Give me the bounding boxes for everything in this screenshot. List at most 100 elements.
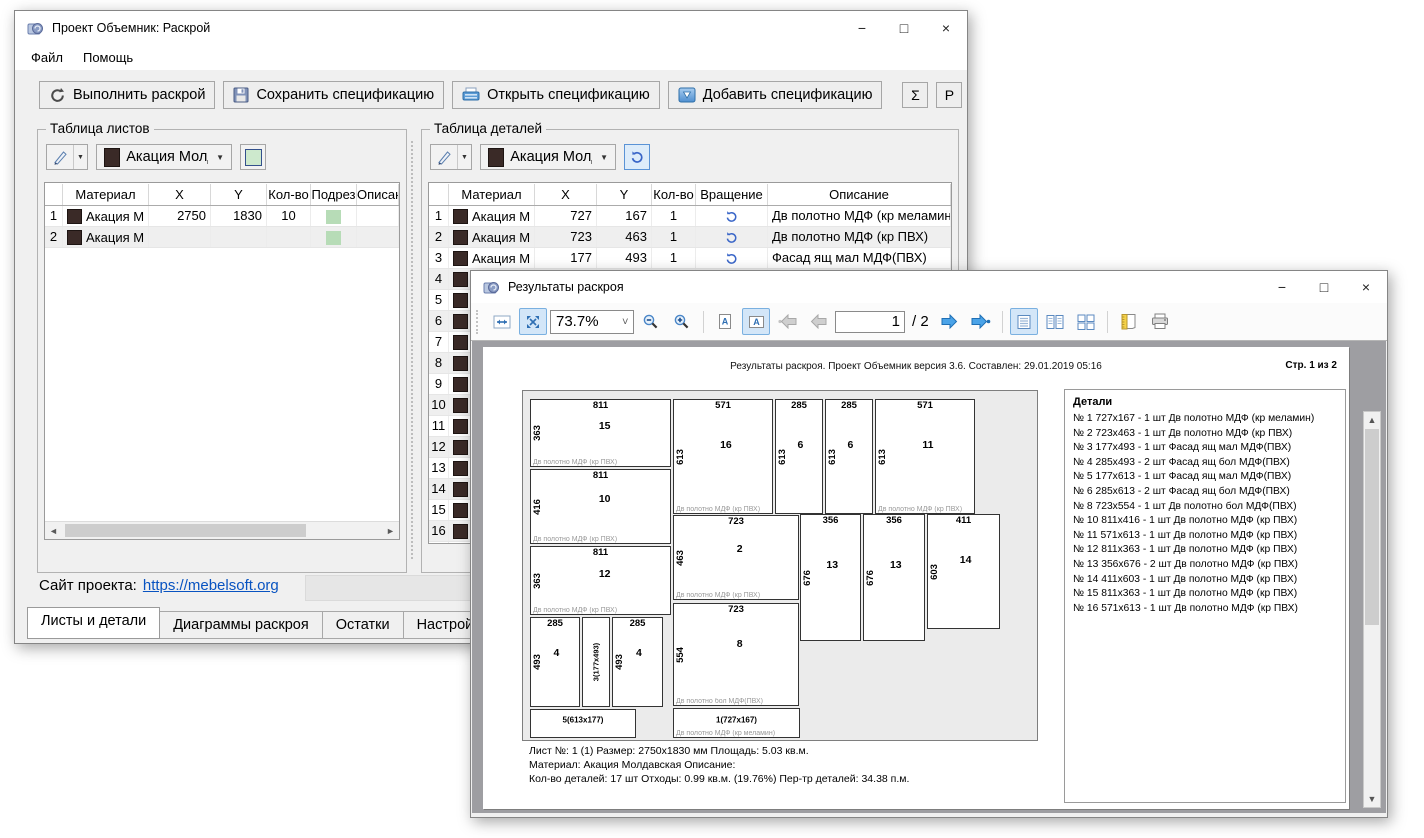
sheets-table-row[interactable]: 2Акация Мо — [45, 227, 399, 248]
fit-width-button[interactable] — [488, 308, 516, 335]
group-splitter[interactable] — [411, 141, 413, 559]
column-header[interactable]: X — [149, 184, 211, 205]
next-page-button[interactable] — [936, 308, 964, 335]
column-header[interactable]: Вращение — [696, 184, 768, 205]
site-link[interactable]: https://mebelsoft.org — [143, 577, 279, 594]
row-number: 11 — [429, 416, 449, 436]
column-header[interactable]: Описание — [357, 184, 399, 205]
cut-piece: 5(613x177) — [530, 709, 636, 738]
qty-cell — [267, 227, 311, 247]
piece-label: 1(727x167) — [674, 715, 799, 724]
column-header[interactable]: Материал — [63, 184, 149, 205]
sigma-button[interactable]: Σ — [902, 82, 928, 108]
scroll-right-icon[interactable]: ► — [382, 522, 399, 539]
first-page-button[interactable] — [773, 308, 801, 335]
sheets-table-header: МатериалXYКол-воПодрезОписание — [45, 183, 399, 206]
description-cell — [357, 227, 399, 247]
column-header[interactable]: Описание — [768, 184, 951, 205]
material-swatch — [453, 230, 468, 245]
tab-sheets-details[interactable]: Листы и детали — [27, 607, 160, 639]
cut-piece: 2854934 — [612, 617, 663, 707]
column-header[interactable]: Y — [211, 184, 267, 205]
rotation-toggle-button[interactable] — [624, 144, 650, 170]
tab-remnants[interactable]: Остатки — [323, 611, 404, 639]
material-swatch — [453, 377, 468, 392]
podrez-toggle-button[interactable] — [240, 144, 266, 170]
spec-button[interactable] — [1115, 308, 1143, 335]
material-swatch — [104, 148, 120, 167]
zoom-combo[interactable]: 73.7% ᐯ — [550, 310, 634, 334]
sheets-table-row[interactable]: 1Акация Мо2750183010 — [45, 206, 399, 227]
run-cutting-button[interactable]: Выполнить раскрой — [39, 81, 215, 109]
scroll-thumb[interactable] — [65, 524, 306, 537]
toolbar-separator — [1002, 311, 1003, 333]
last-page-button[interactable] — [967, 308, 995, 335]
toolbar-separator — [1107, 311, 1108, 333]
p-button[interactable]: Р — [936, 82, 962, 108]
zoom-in-button[interactable] — [668, 308, 696, 335]
piece-width-label: 811 — [531, 470, 670, 481]
layout-single-button[interactable] — [1010, 308, 1038, 335]
details-table-row[interactable]: 2Акация Мо7234631Дв полотно МДФ (кр ПВХ) — [429, 227, 951, 248]
sheets-material-combo[interactable]: Акация Молда ▼ — [96, 144, 232, 170]
menu-file[interactable]: Файл — [21, 47, 73, 68]
maximize-button[interactable]: □ — [1303, 272, 1345, 302]
close-button[interactable]: × — [1345, 272, 1387, 302]
piece-number: 15 — [599, 420, 611, 432]
chevron-down-icon: ▼ — [600, 153, 608, 162]
minimize-button[interactable]: − — [841, 13, 883, 43]
scroll-thumb[interactable] — [1365, 429, 1379, 625]
column-header[interactable]: Материал — [449, 184, 535, 205]
scroll-up-icon[interactable]: ▲ — [1364, 412, 1380, 428]
material-cell: Акация Мо — [449, 248, 535, 268]
piece-description: Дв полотно МДФ (кр меламин) — [676, 730, 775, 737]
report-header: Результаты раскроя. Проект Объемник верс… — [483, 361, 1349, 372]
details-table-row[interactable]: 3Акация Мо1774931Фасад ящ мал МДФ(ПВХ) — [429, 248, 951, 269]
close-button[interactable]: × — [925, 13, 967, 43]
layout-four-button[interactable] — [1072, 308, 1100, 335]
column-header[interactable]: Подрез — [311, 184, 357, 205]
scroll-down-icon[interactable]: ▼ — [1364, 791, 1380, 807]
column-header[interactable] — [45, 184, 63, 205]
piece-number: 11 — [922, 439, 933, 451]
landscape-button[interactable]: A — [742, 308, 770, 335]
detail-line: № 3 177x493 - 1 шт Фасад ящ мал МДФ(ПВХ) — [1073, 441, 1337, 456]
y-cell — [211, 227, 267, 247]
open-spec-button[interactable]: Открыть спецификацию — [452, 81, 660, 109]
report-page-number: Стр. 1 из 2 — [1285, 360, 1337, 371]
column-header[interactable]: Кол-во — [652, 184, 696, 205]
layout-two-button[interactable] — [1041, 308, 1069, 335]
zoom-out-button[interactable] — [637, 308, 665, 335]
cut-piece: 2856136 — [825, 399, 873, 514]
column-header[interactable]: X — [535, 184, 597, 205]
scroll-left-icon[interactable]: ◄ — [45, 522, 62, 539]
menu-help[interactable]: Помощь — [73, 47, 143, 68]
details-table-row[interactable]: 1Акация Мо7271671Дв полотно МДФ (кр мела… — [429, 206, 951, 227]
vertical-scrollbar[interactable]: ▲ ▼ — [1363, 411, 1381, 808]
x-cell: 177 — [535, 248, 597, 268]
sheets-hscrollbar[interactable]: ◄ ► — [45, 521, 399, 539]
print-button[interactable] — [1146, 308, 1174, 335]
portrait-button[interactable]: A — [711, 308, 739, 335]
column-header[interactable]: Кол-во — [267, 184, 311, 205]
minimize-button[interactable]: − — [1261, 272, 1303, 302]
piece-description: Дв полотно МДФ (кр ПВХ) — [878, 506, 962, 513]
prev-page-button[interactable] — [804, 308, 832, 335]
fit-page-icon — [525, 314, 541, 330]
sheets-edit-split-button[interactable]: ▼ — [46, 144, 88, 170]
description-cell: Дв полотно МДФ (кр меламин) — [768, 206, 951, 226]
details-material-combo[interactable]: Акация Молда ▼ — [480, 144, 616, 170]
page-number-input[interactable] — [835, 311, 905, 333]
tab-diagrams[interactable]: Диаграммы раскроя — [160, 611, 323, 639]
row-number: 1 — [429, 206, 449, 226]
column-header[interactable]: Y — [597, 184, 652, 205]
column-header[interactable] — [429, 184, 449, 205]
fit-page-button[interactable] — [519, 308, 547, 335]
detail-line: № 14 411x603 - 1 шт Дв полотно МДФ (кр П… — [1073, 573, 1337, 588]
add-spec-button[interactable]: Добавить спецификацию — [668, 81, 883, 109]
maximize-button[interactable]: □ — [883, 13, 925, 43]
material-swatch — [453, 209, 468, 224]
row-number: 4 — [429, 269, 449, 289]
details-edit-split-button[interactable]: ▼ — [430, 144, 472, 170]
save-spec-button[interactable]: Сохранить спецификацию — [223, 81, 444, 109]
